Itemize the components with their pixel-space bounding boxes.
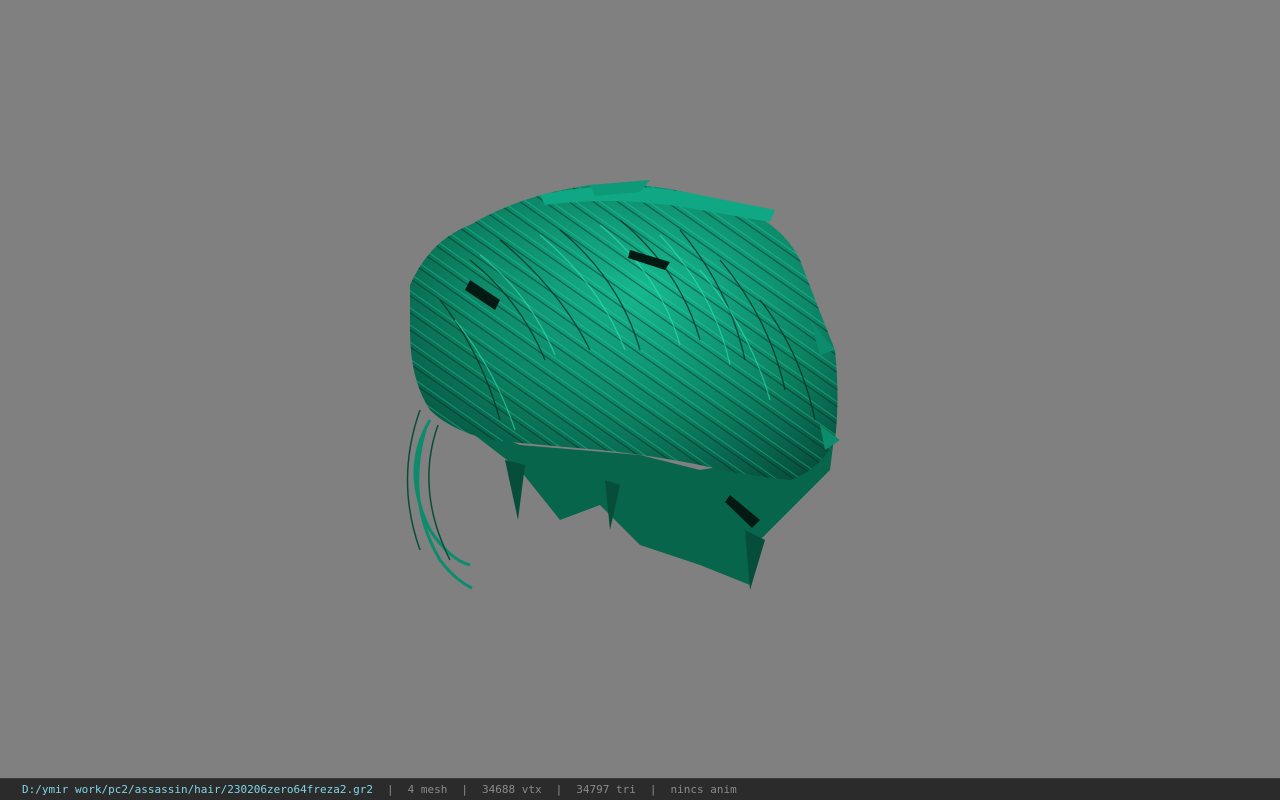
file-path: D:/ymir work/pc2/assassin/hair/230206zer…: [22, 783, 373, 796]
separator: |: [461, 783, 468, 796]
separator: |: [649, 783, 657, 796]
status-bar: D:/ymir work/pc2/assassin/hair/230206zer…: [0, 778, 1280, 800]
3d-viewport[interactable]: [0, 0, 1280, 778]
anim-status: nincs anim: [670, 783, 737, 796]
triangle-count: 34797 tri: [576, 783, 636, 796]
vertex-count: 34688 vtx: [482, 783, 542, 796]
hair-model: [406, 180, 840, 590]
separator: |: [555, 783, 563, 796]
separator: |: [387, 783, 394, 796]
mesh-count: 4 mesh: [407, 783, 448, 796]
